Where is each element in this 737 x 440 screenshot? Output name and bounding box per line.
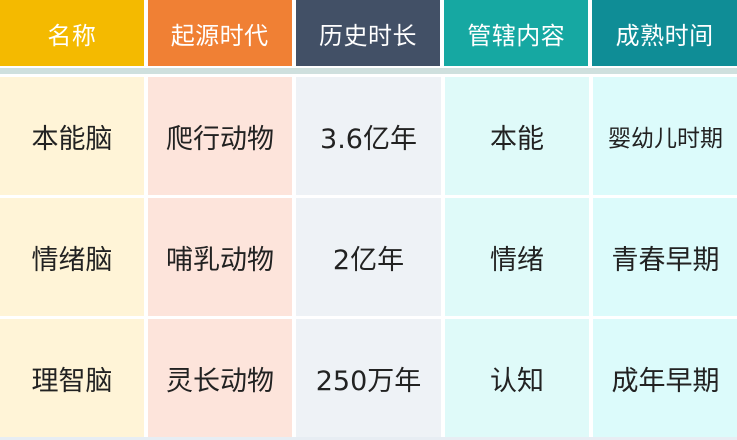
row-2-governed-content: 情绪 — [445, 198, 589, 316]
row-3-maturity-time: 成年早期 — [593, 319, 737, 437]
row-2-name: 情绪脑 — [0, 198, 144, 316]
header-maturity-time: 成熟时间 — [592, 0, 737, 66]
row-3-history-length: 250万年 — [296, 319, 441, 437]
row-3-name: 理智脑 — [0, 319, 144, 437]
header-row: 名称 起源时代 历史时长 管辖内容 成熟时间 — [0, 0, 737, 66]
brain-comparison-table: 名称 起源时代 历史时长 管辖内容 成熟时间 本能脑 爬行动物 3.6亿年 本能… — [0, 0, 737, 440]
header-name: 名称 — [0, 0, 144, 66]
row-2-history-length: 2亿年 — [296, 198, 441, 316]
header-divider — [0, 68, 737, 74]
header-origin-era: 起源时代 — [147, 0, 292, 66]
row-1-name: 本能脑 — [0, 77, 144, 195]
header-history-length: 历史时长 — [295, 0, 441, 66]
row-3-governed-content: 认知 — [445, 319, 589, 437]
table-body: 本能脑 爬行动物 3.6亿年 本能 婴幼儿时期 情绪脑 哺乳动物 2亿年 情绪 … — [0, 77, 737, 440]
row-3-origin-era: 灵长动物 — [148, 319, 292, 437]
header-governed-content: 管辖内容 — [444, 0, 589, 66]
row-1-origin-era: 爬行动物 — [148, 77, 292, 195]
row-1-governed-content: 本能 — [445, 77, 589, 195]
row-2-maturity-time: 青春早期 — [593, 198, 737, 316]
row-2-origin-era: 哺乳动物 — [148, 198, 292, 316]
row-1-maturity-time: 婴幼儿时期 — [593, 77, 737, 195]
row-1-history-length: 3.6亿年 — [296, 77, 441, 195]
